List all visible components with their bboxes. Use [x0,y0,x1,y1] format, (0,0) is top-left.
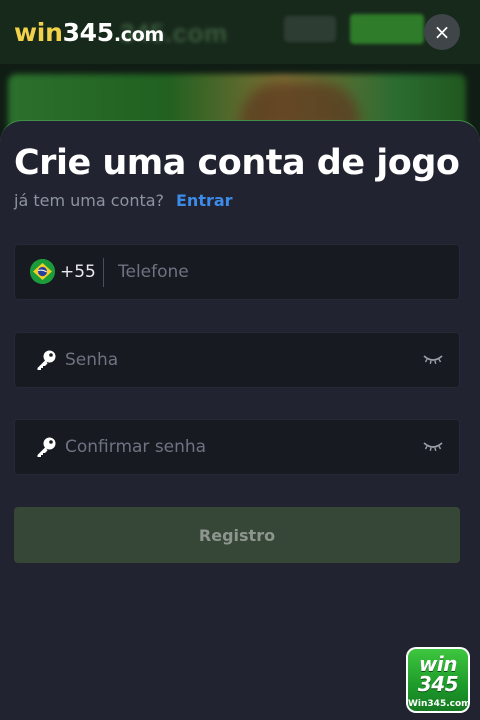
logo-domain: .com [113,24,165,46]
password-field[interactable]: Senha [14,332,460,388]
badge-text-number: 345 [417,672,459,696]
win345-badge[interactable]: win 345 Win345.com [406,647,470,713]
page-title: Crie uma conta de jogo [14,143,460,183]
phone-field[interactable]: +55 Telefone [14,244,460,300]
login-link[interactable]: Entrar [176,191,233,210]
confirm-password-input-placeholder[interactable]: Confirmar senha [65,437,206,457]
key-icon [35,349,57,371]
signup-modal: Crie uma conta de jogo já tem uma conta?… [0,120,480,720]
logo-number: 345 [62,18,115,47]
key-icon [35,436,57,458]
eye-closed-icon[interactable] [423,440,443,454]
password-input-placeholder[interactable]: Senha [65,350,118,370]
background-button [284,16,336,42]
badge-text-domain: Win345.com [408,699,468,709]
eye-closed-icon[interactable] [423,353,443,367]
close-button[interactable]: × [424,14,460,50]
have-account-text: já tem uma conta? [14,191,165,210]
site-logo: win345.com [14,18,164,47]
country-code[interactable]: +55 [60,262,96,282]
register-button[interactable]: Registro [14,507,460,563]
brazil-flag-icon[interactable] [30,259,55,284]
phone-input-placeholder[interactable]: Telefone [118,262,189,282]
field-divider [103,258,104,287]
confirm-password-field[interactable]: Confirmar senha [14,419,460,475]
background-button [350,14,424,44]
logo-prefix: win [14,18,63,47]
close-icon: × [433,20,451,44]
badge-face: win 345 Win345.com [408,649,468,711]
